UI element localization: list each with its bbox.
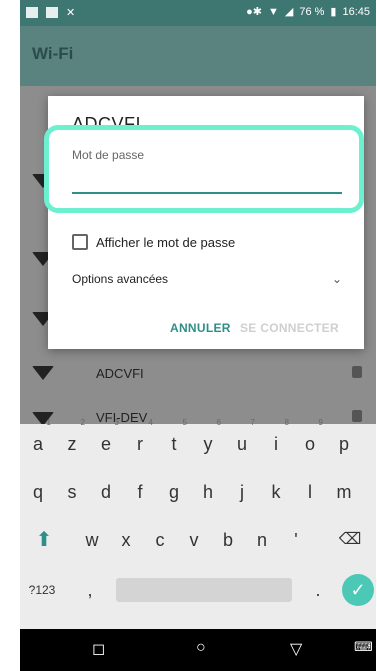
wifi-icon [32, 366, 54, 380]
network-name: ADCVFI [96, 366, 144, 381]
show-password-row[interactable]: Afficher le mot de passe [72, 234, 235, 250]
navigation-bar: ◻ ○ ▽ ⌨ [20, 629, 376, 671]
keyboard: a1 z2 e3 r4 t5 y6 u7 i8 o9 p q s d f g h… [20, 418, 376, 629]
image-icon [26, 7, 38, 18]
keyboard-row-3: ⬆ w x c v b n ' ⌫ [20, 520, 376, 568]
key-z[interactable]: z2 [56, 418, 88, 464]
key-j[interactable]: j [226, 472, 258, 512]
password-input[interactable] [72, 164, 342, 194]
advanced-options-label: Options avancées [72, 272, 169, 286]
key-k[interactable]: k [260, 472, 292, 512]
dialog-title: ADCVFI [72, 114, 142, 134]
key-f[interactable]: f [124, 472, 156, 512]
wifi-password-dialog: ADCVFI Mot de passe Afficher le mot de p… [44, 96, 364, 349]
list-item[interactable]: ADCVFI [20, 350, 376, 398]
enter-check-icon[interactable]: ✓ [342, 574, 374, 606]
show-password-label: Afficher le mot de passe [96, 234, 236, 250]
key-comma[interactable]: , [76, 570, 104, 610]
keyboard-row-2: q s d f g h j k l m [20, 472, 376, 520]
signal-icon: ◢ [284, 6, 294, 18]
message-icon [46, 7, 58, 18]
phone-screen: ✕ ●✱ ▼ ◢ 76 % ▮ 16:45 Wi-Fi ADCVFI VFI-D… [20, 0, 376, 671]
show-password-checkbox[interactable] [72, 234, 88, 250]
space-key[interactable] [116, 578, 292, 602]
key-t[interactable]: t5 [158, 418, 190, 464]
lock-icon [352, 366, 362, 378]
key-period[interactable]: . [304, 570, 332, 610]
key-o[interactable]: o9 [294, 418, 326, 464]
key-s[interactable]: s [56, 472, 88, 512]
close-icon: ✕ [66, 7, 76, 19]
key-c[interactable]: c [144, 520, 176, 560]
chevron-down-icon: ⌄ [331, 272, 342, 286]
key-g[interactable]: g [158, 472, 190, 512]
key-y[interactable]: y6 [192, 418, 224, 464]
key-m[interactable]: m [328, 472, 360, 512]
status-bar: ✕ ●✱ ▼ ◢ 76 % ▮ 16:45 [20, 0, 376, 26]
key-apostrophe[interactable]: ' [280, 520, 312, 560]
keyboard-icon[interactable]: ⌨ [354, 639, 373, 655]
home-icon[interactable]: ○ [196, 639, 206, 657]
key-e[interactable]: e3 [90, 418, 122, 464]
keyboard-row-4: ?123 , . ✓ [20, 570, 376, 618]
clock: 16:45 [342, 5, 370, 18]
key-d[interactable]: d [90, 472, 122, 512]
lock-icon [352, 410, 362, 422]
advanced-options-dropdown[interactable]: Options avancées ⌄ [72, 272, 342, 286]
password-label: Mot de passe [72, 148, 145, 162]
key-l[interactable]: l [294, 472, 326, 512]
key-i[interactable]: i8 [260, 418, 292, 464]
connect-button[interactable]: SE CONNECTER [240, 321, 339, 335]
key-p[interactable]: p [328, 424, 360, 464]
key-x[interactable]: x [110, 520, 142, 560]
recent-apps-icon[interactable]: ◻ [92, 639, 105, 659]
wifi-icon: ▼ [267, 5, 279, 18]
key-h[interactable]: h [192, 472, 224, 512]
backspace-icon[interactable]: ⌫ [330, 520, 370, 560]
network-name: VFI-DEV [96, 410, 148, 424]
keyboard-row-1: a1 z2 e3 r4 t5 y6 u7 i8 o9 p [20, 418, 376, 472]
battery-percent: 76 % [299, 5, 325, 18]
battery-icon: ▮ [330, 6, 337, 18]
key-a[interactable]: a1 [22, 418, 54, 464]
key-n[interactable]: n [246, 520, 278, 560]
app-bar: Wi-Fi [20, 26, 376, 86]
symbols-key[interactable]: ?123 [22, 570, 62, 610]
key-u[interactable]: u7 [226, 418, 258, 464]
bluetooth-icon: ●✱ [246, 6, 262, 18]
key-b[interactable]: b [212, 520, 244, 560]
cancel-button[interactable]: ANNULER [170, 321, 231, 335]
key-r[interactable]: r4 [124, 418, 156, 464]
back-icon[interactable]: ▽ [290, 639, 302, 659]
key-q[interactable]: q [22, 472, 54, 512]
page-title: Wi-Fi [32, 44, 74, 63]
key-w[interactable]: w [76, 520, 108, 560]
shift-icon[interactable]: ⬆ [24, 520, 64, 560]
key-v[interactable]: v [178, 520, 210, 560]
